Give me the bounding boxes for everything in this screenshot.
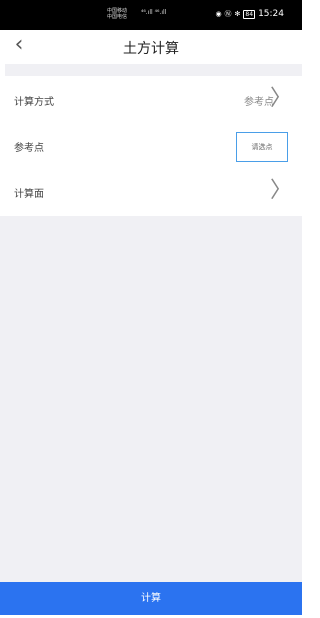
chevron-right-icon: 〉: [269, 178, 292, 203]
chevron-right-icon: 〉: [269, 86, 292, 111]
page-title: 土方计算: [123, 41, 179, 57]
bluetooth-icon: ✻: [234, 10, 241, 18]
calc-surface-row[interactable]: 计算面 〉: [0, 170, 302, 217]
nfc-icon: Ⓝ: [224, 10, 232, 18]
carrier-2: 中国电信: [107, 14, 128, 20]
status-right: ◉ Ⓝ ✻ 84 15:24: [215, 9, 284, 19]
carrier-info: 中国移动 中国电信: [107, 8, 127, 20]
status-bar: 中国移动 中国电信 ⁴⁶.ıll ⁴⁶.ıll ◉ Ⓝ ✻ 84 15:24: [0, 0, 302, 30]
eye-icon: ◉: [215, 10, 222, 18]
select-point-button[interactable]: 请选点: [236, 132, 288, 162]
reference-point-label: 参考点: [14, 143, 44, 154]
reference-point-row: 参考点 请选点: [0, 124, 302, 171]
battery-icon: 84: [243, 9, 256, 19]
calc-surface-label: 计算面: [14, 189, 44, 200]
calculate-button[interactable]: 计算: [0, 582, 302, 615]
nav-bar: ‹ 土方计算: [0, 30, 302, 64]
calc-method-row[interactable]: 计算方式 参考点 〉: [0, 78, 302, 125]
clock: 15:24: [258, 9, 284, 19]
content-area: [0, 216, 302, 582]
signal-icon: ⁴⁶.ıll ⁴⁶.ıll: [141, 9, 167, 16]
section-divider: [5, 64, 302, 76]
calc-method-label: 计算方式: [14, 97, 54, 108]
